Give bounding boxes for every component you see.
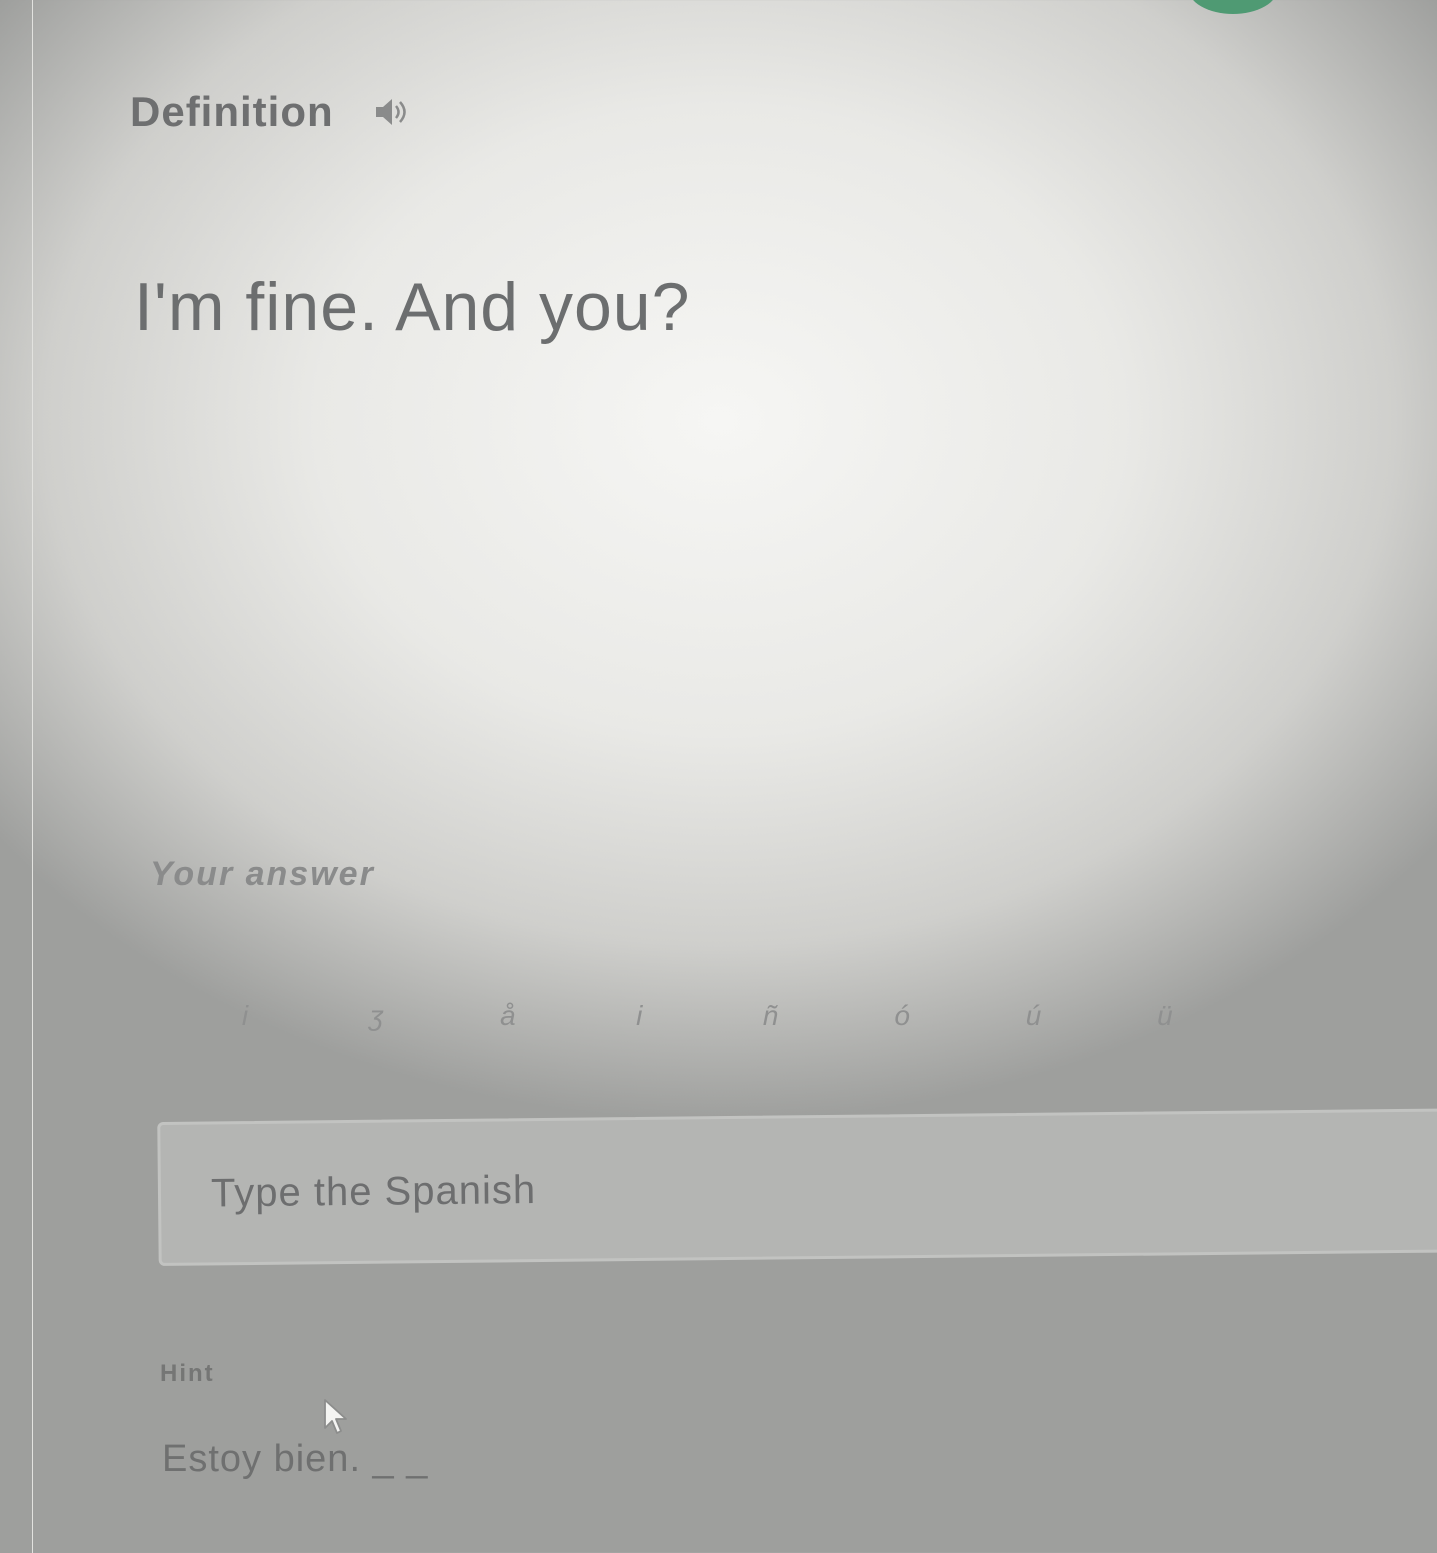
hint-text: Estoy bien. _ _ bbox=[162, 1438, 429, 1480]
definition-header: Definition bbox=[130, 88, 408, 136]
page-edge-divider bbox=[32, 0, 33, 1553]
definition-label: Definition bbox=[130, 88, 334, 135]
special-character-bar: i ʒ å i ñ ó ú ü bbox=[215, 1000, 1195, 1032]
special-char-button[interactable]: å bbox=[478, 1000, 538, 1032]
mouse-pointer-icon bbox=[324, 1399, 347, 1434]
answer-input[interactable] bbox=[157, 1108, 1437, 1266]
special-char-button[interactable]: ñ bbox=[741, 1000, 801, 1032]
answer-label: Your answer bbox=[150, 855, 375, 893]
progress-accent-button[interactable] bbox=[1188, 0, 1278, 14]
special-char-button[interactable]: ó bbox=[872, 1000, 932, 1032]
special-char-button[interactable]: ú bbox=[1004, 1000, 1064, 1032]
special-char-button[interactable]: ʒ bbox=[346, 1000, 406, 1032]
special-char-button[interactable]: ü bbox=[1135, 1000, 1195, 1032]
special-char-button[interactable]: i bbox=[609, 1000, 669, 1032]
definition-term: I'm fine. And you? bbox=[134, 269, 691, 345]
hint-label: Hint bbox=[160, 1360, 215, 1387]
special-char-button[interactable]: i bbox=[215, 1000, 275, 1032]
speaker-icon[interactable] bbox=[372, 94, 408, 130]
